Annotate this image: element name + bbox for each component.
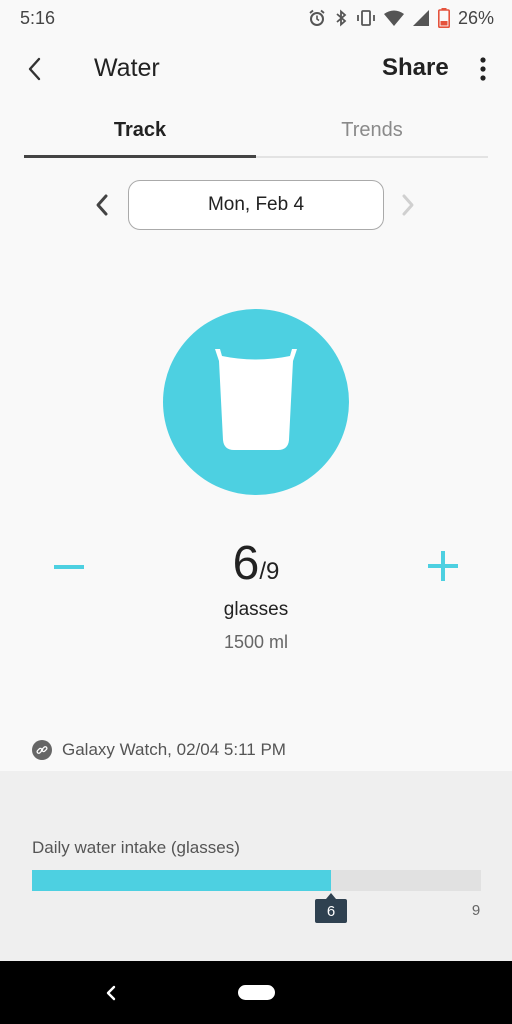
app-header: Water Share xyxy=(0,36,512,102)
date-selector[interactable]: Mon, Feb 4 xyxy=(128,180,384,230)
status-bar: 5:16 26% xyxy=(0,0,512,36)
volume-label: 1500 ml xyxy=(223,632,289,652)
vibrate-icon xyxy=(357,10,375,26)
minus-icon[interactable] xyxy=(52,552,86,582)
tab-track[interactable]: Track xyxy=(24,112,256,158)
chevron-left-icon[interactable] xyxy=(88,190,116,220)
chevron-right-icon xyxy=(402,194,414,216)
status-icons: 26% xyxy=(308,8,494,29)
intake-progress-bar xyxy=(32,870,481,891)
intake-panel: Daily water intake (glasses) 6 9 xyxy=(0,771,512,961)
intake-title: Daily water intake (glasses) xyxy=(32,838,240,857)
battery-icon xyxy=(437,8,450,28)
intake-max-label: 9 xyxy=(471,902,481,919)
bluetooth-icon xyxy=(336,9,347,27)
system-nav-bar xyxy=(0,961,512,1024)
tab-bar: Track Trends xyxy=(24,112,488,158)
intake-progress-fill xyxy=(32,870,331,891)
count-goal: /9 xyxy=(259,558,280,585)
unit-label: glasses xyxy=(223,599,289,620)
page-title: Water xyxy=(94,54,160,82)
count-value: 6 xyxy=(232,537,260,590)
signal-icon xyxy=(412,10,429,26)
glass-icon xyxy=(215,349,297,450)
battery-percent: 26% xyxy=(457,7,494,28)
source-text: Galaxy Watch, 02/04 5:11 PM xyxy=(62,740,286,759)
status-time: 5:16 xyxy=(20,7,56,28)
nav-back-icon[interactable] xyxy=(102,983,120,1003)
water-glass-button[interactable] xyxy=(163,309,349,495)
date-label: Mon, Feb 4 xyxy=(207,194,305,215)
share-button[interactable]: Share xyxy=(382,54,449,82)
source-row: Galaxy Watch, 02/04 5:11 PM xyxy=(32,738,286,762)
wifi-icon xyxy=(383,10,404,26)
link-icon xyxy=(32,740,52,760)
more-vert-icon[interactable] xyxy=(472,54,494,84)
glass-count: 6/9 xyxy=(156,536,356,591)
tab-trends[interactable]: Trends xyxy=(256,112,488,158)
plus-icon[interactable] xyxy=(426,549,460,583)
nav-home-pill[interactable] xyxy=(238,985,275,1000)
back-arrow-icon[interactable] xyxy=(20,54,50,84)
alarm-icon xyxy=(309,9,325,26)
intake-current-marker: 6 xyxy=(315,893,347,923)
